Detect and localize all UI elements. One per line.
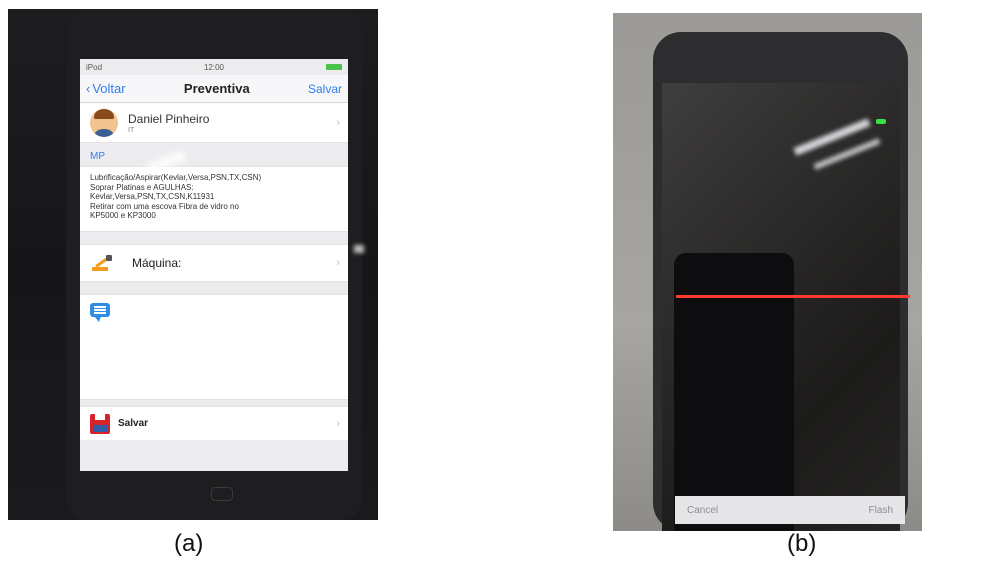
status-time: 12:00: [203, 62, 225, 72]
chevron-right-icon: ›: [336, 417, 340, 430]
caption-a: (a): [174, 530, 204, 557]
save-row[interactable]: Salvar ›: [80, 406, 348, 440]
machine-label: Máquina:: [132, 256, 182, 270]
chevron-left-icon: ‹: [86, 81, 91, 96]
robot-base: [92, 267, 108, 271]
home-button[interactable]: [211, 487, 233, 501]
user-row[interactable]: Daniel Pinheiro IT ›: [80, 103, 348, 143]
figure: iPod 12:00 ‹ Voltar Preventiva Salvar Da…: [0, 0, 996, 569]
robot-head: [106, 255, 112, 261]
nav-title: Preventiva: [183, 81, 250, 96]
back-button[interactable]: ‹ Voltar: [86, 81, 126, 96]
scan-line: [676, 295, 910, 298]
floppy-disk-icon: [90, 413, 110, 434]
cancel-button[interactable]: Cancel: [687, 505, 718, 516]
save-row-label: Salvar: [118, 418, 149, 429]
photo-a: iPod 12:00 ‹ Voltar Preventiva Salvar Da…: [8, 9, 378, 520]
maintenance-line: Soprar Platinas e AGULHAS:: [90, 182, 194, 192]
phone-b-screen: [662, 83, 900, 531]
maintenance-text: Lubrificação/Aspirar(Kevlar,Versa,PSN,TX…: [80, 166, 348, 232]
status-bar: iPod 12:00: [80, 59, 348, 75]
chevron-right-icon: ›: [336, 257, 340, 269]
caption-b: (b): [787, 530, 817, 557]
user-text: Daniel Pinheiro IT: [128, 112, 209, 134]
phone-a-screen: iPod 12:00 ‹ Voltar Preventiva Salvar Da…: [80, 59, 348, 471]
chevron-right-icon: ›: [336, 116, 340, 129]
maintenance-line: KP5000 e KP3000: [90, 211, 156, 220]
navigation-bar: ‹ Voltar Preventiva Salvar: [80, 75, 348, 103]
maintenance-line: Retirar com uma escova Fibra de vidro no: [90, 201, 239, 211]
machine-row[interactable]: Máquina: ›: [80, 244, 348, 282]
battery-icon: [325, 64, 342, 70]
comment-area[interactable]: [80, 294, 348, 400]
back-label: Voltar: [92, 81, 126, 96]
led-indicator: [876, 119, 886, 124]
user-subtitle: IT: [128, 126, 135, 134]
status-carrier: iPod: [86, 62, 103, 72]
flash-button[interactable]: Flash: [869, 505, 893, 516]
robot-arm-icon: [90, 255, 112, 271]
nav-save-button[interactable]: Salvar: [308, 82, 342, 96]
maintenance-line: Kevlar,Versa,PSN,TX,CSN,K11931: [90, 192, 215, 201]
screen-glare: [354, 245, 364, 253]
comment-bubble-icon: [90, 303, 110, 322]
user-avatar-icon: [90, 108, 118, 137]
maintenance-line: Lubrificação/Aspirar(Kevlar,Versa,PSN,TX…: [90, 173, 262, 182]
section-header: MP: [90, 151, 105, 162]
scanner-toolbar: Cancel Flash: [675, 496, 905, 524]
user-name: Daniel Pinheiro: [128, 111, 210, 126]
